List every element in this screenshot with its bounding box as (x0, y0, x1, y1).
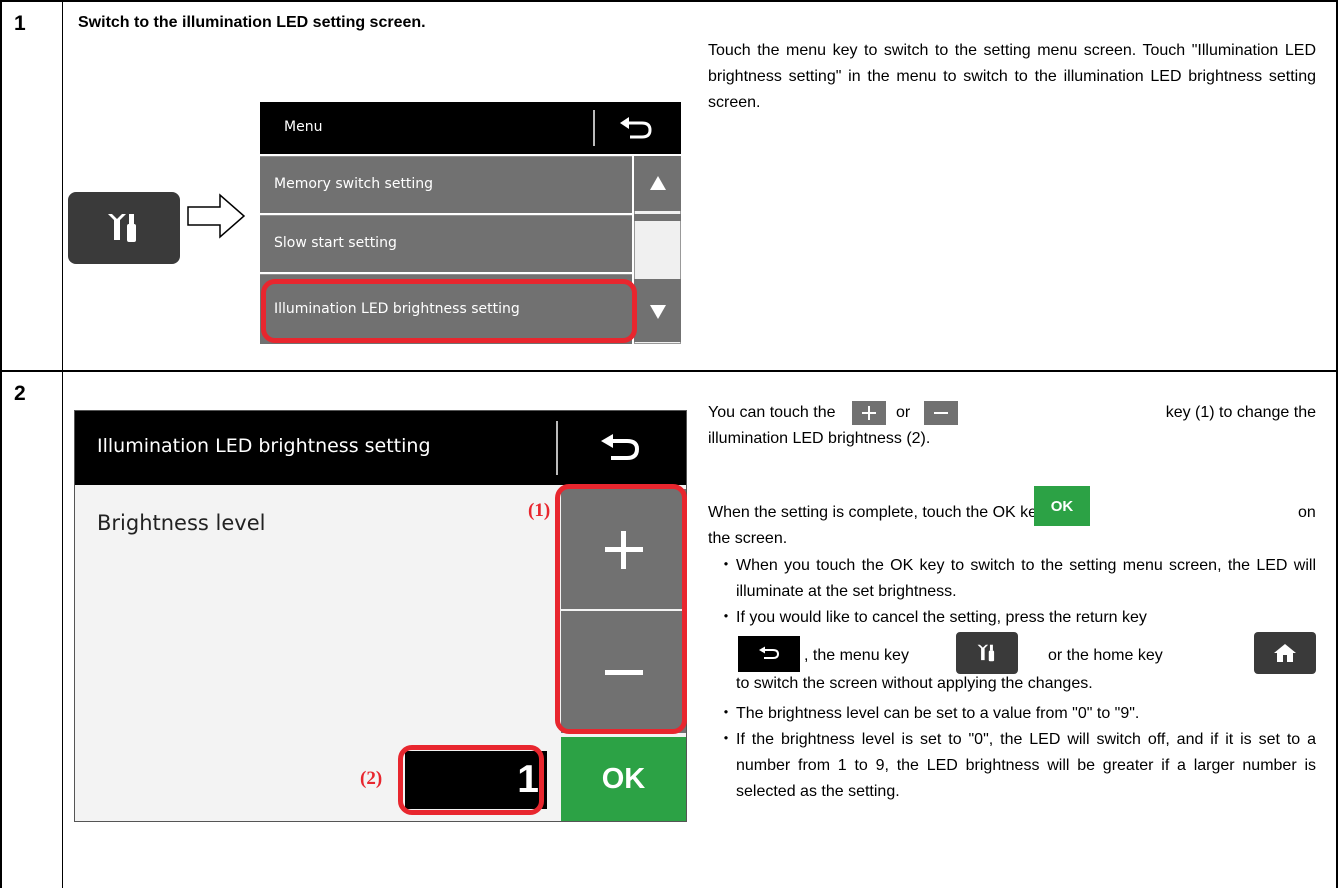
ok-key: OK (561, 737, 686, 821)
step-2-text-1a: You can touch the (708, 404, 836, 421)
step-2-text-1c: illumination LED brightness (2). (708, 430, 931, 447)
bullet-3-text: The brightness level can be set to a val… (736, 705, 1140, 722)
step-2-text-on: on (1298, 504, 1316, 521)
scroll-down-button (634, 279, 681, 342)
brightness-level-label: Brightness level (97, 511, 266, 535)
step-2-text-2a: When the setting is complete, touch the … (708, 504, 1046, 521)
triangle-down-icon (650, 305, 666, 319)
table-border-left (0, 0, 2, 888)
bullet-mark: ・ (718, 609, 735, 626)
minus-icon (934, 412, 948, 414)
step-2-text-or: or (896, 404, 911, 421)
menu-item-highlight (261, 279, 637, 343)
callout-1: (1) (528, 500, 551, 521)
step-1-number: 1 (14, 12, 26, 35)
plus-key-inline (852, 401, 886, 425)
step-2-text-1b: key (1) to change the (1165, 404, 1316, 421)
step-2-text-2b: the screen. (708, 530, 788, 547)
menu-item-label: Memory switch setting (274, 176, 434, 192)
scrollbar-thumb (634, 214, 681, 221)
bullet-mark: ・ (718, 705, 735, 722)
bullet-2-text-a: If you would like to cancel the setting,… (736, 609, 1147, 626)
plus-minus-highlight (555, 484, 687, 734)
wrench-screwdriver-icon (977, 644, 995, 662)
return-key-inline (738, 636, 800, 672)
return-icon (759, 646, 780, 659)
step-1-description: Touch the menu key to switch to the sett… (708, 42, 1316, 111)
bullet-4-text: If the brightness level is set to "0", t… (736, 731, 1316, 800)
menu-item-memory-switch: Memory switch setting (260, 156, 632, 213)
home-key-inline (1254, 632, 1316, 674)
bullet-2-text-home: or the home key (1048, 647, 1163, 664)
menu-item-label: Slow start setting (274, 235, 397, 251)
brightness-screen-title: Illumination LED brightness setting (97, 435, 431, 457)
menu-key-illustration (68, 192, 180, 264)
table-row-divider (0, 370, 1338, 372)
callout-2: (2) (360, 768, 383, 789)
scroll-up-button (634, 156, 681, 211)
step-2-number: 2 (14, 382, 26, 405)
minus-key-inline (924, 401, 958, 425)
wrench-screwdriver-icon (108, 214, 136, 242)
bullet-1-text: When you touch the OK key to switch to t… (736, 557, 1316, 600)
triangle-up-icon (650, 176, 666, 190)
table-border-top (0, 0, 1338, 2)
return-icon (620, 117, 652, 139)
bullet-2-text-menu: , the menu key (804, 647, 909, 664)
menu-title: Menu (284, 119, 323, 135)
brightness-header-divider (556, 421, 558, 475)
bullet-mark: ・ (718, 557, 735, 574)
brightness-screen-header: Illumination LED brightness setting (75, 411, 686, 485)
menu-header-divider (593, 110, 595, 146)
step-1-title: Switch to the illumination LED setting s… (78, 14, 426, 31)
plus-icon (862, 406, 876, 420)
table-column-divider (62, 0, 63, 888)
bullet-2-text-c: to switch the screen without applying th… (736, 675, 1093, 692)
menu-item-slow-start: Slow start setting (260, 215, 632, 272)
return-icon (601, 434, 640, 460)
home-icon (1274, 644, 1296, 662)
bullet-mark: ・ (718, 731, 735, 748)
ok-key-inline: OK (1034, 486, 1090, 526)
value-highlight (398, 745, 544, 815)
menu-header: Menu (260, 102, 681, 154)
menu-key-inline (956, 632, 1018, 674)
arrow-right-icon (187, 193, 246, 239)
